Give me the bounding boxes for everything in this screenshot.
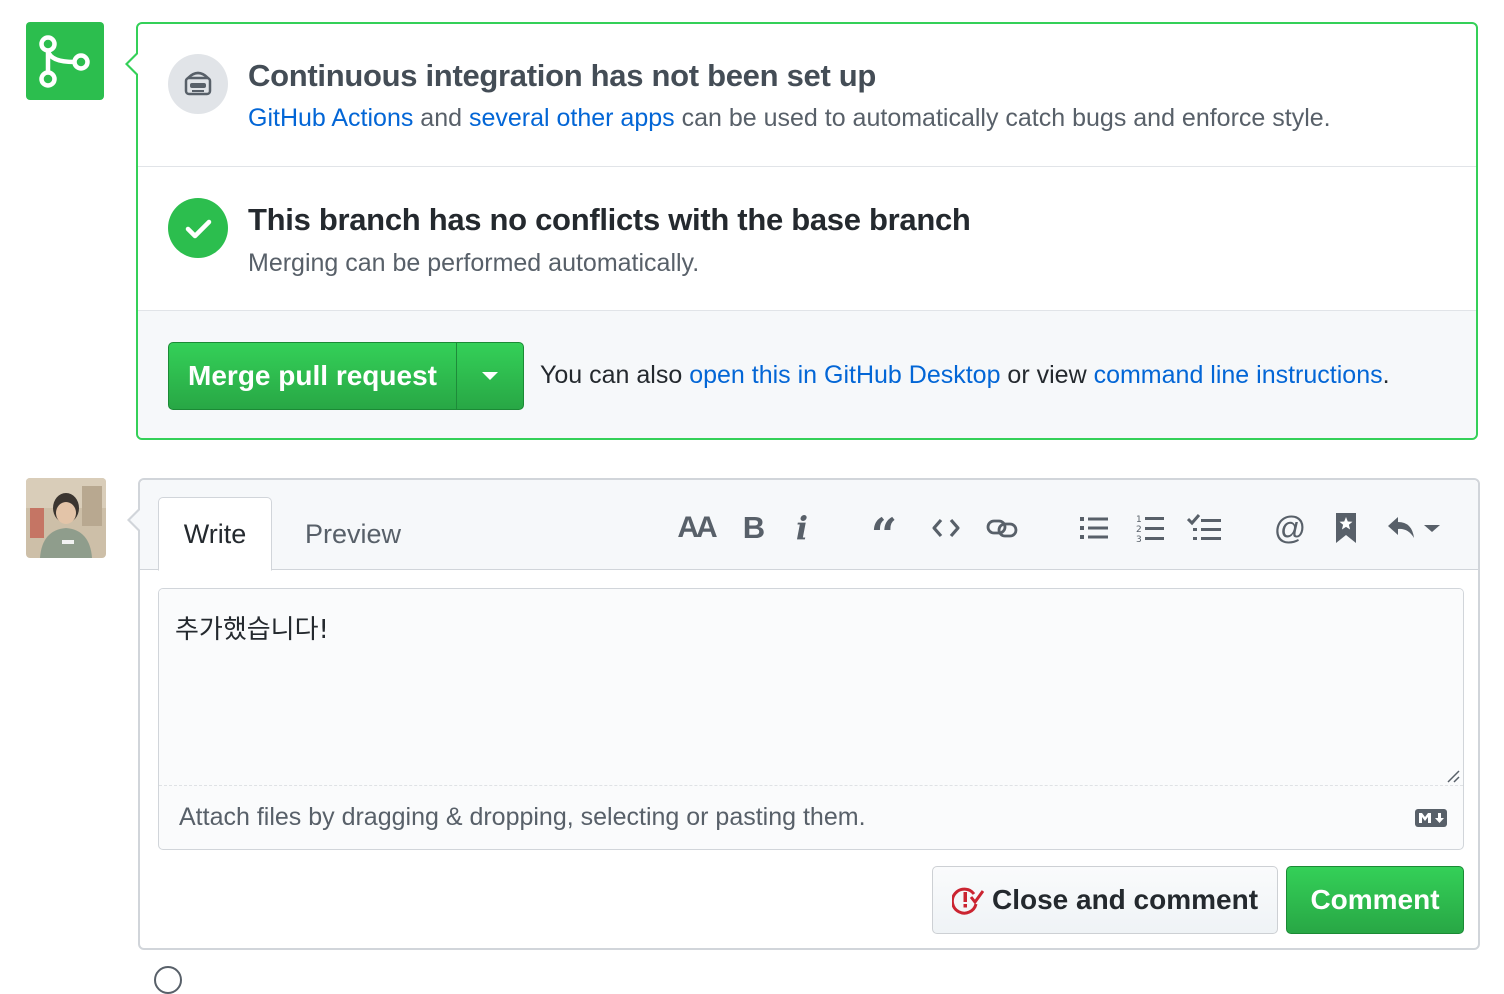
comment-textarea[interactable]: 추가했습니다! (159, 589, 1463, 785)
merge-button-group: Merge pull request (168, 342, 524, 410)
tasklist-icon[interactable] (1182, 506, 1226, 550)
link-icon[interactable] (980, 506, 1024, 550)
merge-box: Continuous integration has not been set … (125, 22, 1478, 440)
list-unordered-icon[interactable] (1072, 506, 1116, 550)
code-icon[interactable] (924, 506, 968, 550)
resize-handle-icon[interactable] (1446, 769, 1460, 783)
merge-alternative-note: You can also open this in GitHub Desktop… (540, 361, 1390, 389)
comment-form: Write Preview AA B i “ 123 @ 추가했습니다! Att… (127, 478, 1480, 950)
robot-icon (168, 54, 228, 114)
branch-subtext: Merging can be performed automatically. (248, 249, 700, 277)
avatar[interactable] (26, 478, 106, 558)
bookmark-icon[interactable] (1324, 506, 1368, 550)
close-and-comment-button[interactable]: Close and comment (932, 866, 1278, 934)
attach-files-hint: Attach files by dragging & dropping, sel… (179, 803, 866, 831)
svg-text:2: 2 (1136, 525, 1142, 535)
ci-status-section: Continuous integration has not been set … (138, 24, 1476, 167)
command-line-instructions-link[interactable]: command line instructions (1094, 361, 1383, 389)
ci-heading: Continuous integration has not been set … (248, 58, 877, 93)
svg-text:3: 3 (1136, 535, 1142, 543)
bold-icon[interactable]: B (732, 506, 776, 550)
merge-pull-request-button[interactable]: Merge pull request (169, 343, 457, 409)
triangle-down-icon (482, 372, 498, 380)
text-size-icon[interactable]: AA (674, 506, 718, 550)
comment-editor: 추가했습니다! Attach files by dragging & dropp… (158, 588, 1464, 850)
ci-description: GitHub Actions and several other apps ca… (248, 104, 1331, 132)
mention-icon[interactable]: @ (1268, 506, 1312, 550)
comment-button[interactable]: Comment (1286, 866, 1464, 934)
git-merge-icon (26, 22, 104, 100)
tab-preview[interactable]: Preview (288, 497, 418, 571)
branch-heading: This branch has no conflicts with the ba… (248, 202, 971, 237)
github-actions-link[interactable]: GitHub Actions (248, 104, 413, 132)
attach-files-bar[interactable]: Attach files by dragging & dropping, sel… (159, 785, 1463, 849)
reply-icon[interactable] (1384, 506, 1444, 550)
merge-method-dropdown[interactable] (457, 343, 523, 409)
issue-closed-icon (951, 887, 984, 915)
comment-toolbar-header: Write Preview AA B i “ 123 @ (140, 480, 1478, 571)
svg-text:1: 1 (1136, 515, 1142, 525)
other-apps-link[interactable]: several other apps (469, 104, 675, 132)
partial-icon (154, 966, 182, 994)
open-github-desktop-link[interactable]: open this in GitHub Desktop (689, 361, 1000, 389)
italic-icon[interactable]: i (780, 506, 824, 550)
branch-status-section: This branch has no conflicts with the ba… (138, 167, 1476, 311)
list-ordered-icon[interactable]: 123 (1128, 506, 1172, 550)
tab-write[interactable]: Write (158, 497, 272, 571)
quote-icon[interactable]: “ (862, 506, 906, 558)
check-icon (168, 198, 228, 258)
markdown-icon (1415, 809, 1447, 827)
merge-action-section: Merge pull request You can also open thi… (138, 311, 1476, 438)
